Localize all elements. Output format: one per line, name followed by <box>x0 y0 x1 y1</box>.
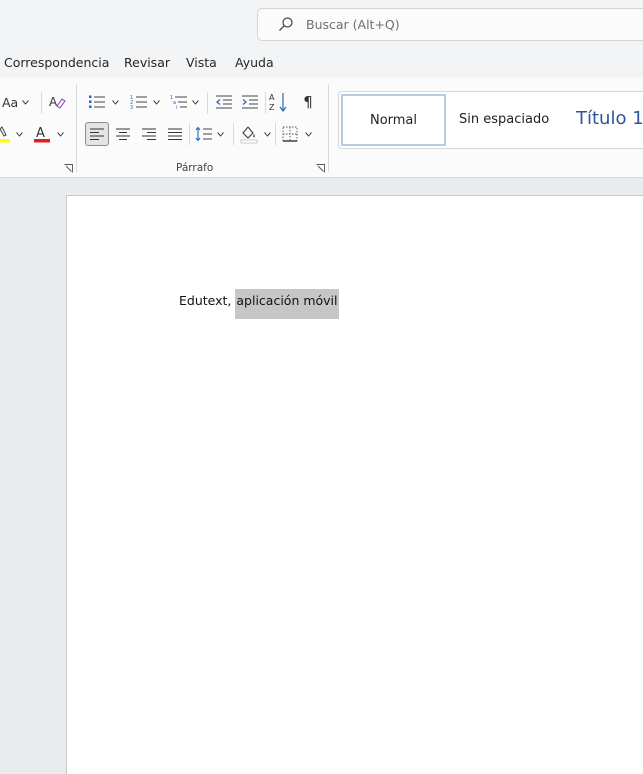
show-formatting-button[interactable]: ¶ <box>298 92 318 112</box>
font-dialog-launcher-icon[interactable] <box>64 164 73 173</box>
bullets-button[interactable] <box>87 92 107 112</box>
decrease-indent-icon <box>216 95 232 109</box>
increase-indent-button[interactable] <box>240 92 260 112</box>
tab-ayuda[interactable]: Ayuda <box>235 55 274 70</box>
divider <box>265 92 266 114</box>
chevron-down-icon[interactable] <box>305 132 312 137</box>
borders-icon <box>282 126 298 142</box>
selected-text: aplicación móvil <box>235 289 339 319</box>
justify-icon <box>168 128 182 140</box>
search-box[interactable]: Buscar (Alt+Q) <box>257 8 643 41</box>
chevron-down-icon[interactable] <box>153 100 160 105</box>
chevron-down-icon[interactable] <box>16 132 23 137</box>
style-normal[interactable]: Normal <box>341 94 446 146</box>
style-sin-espaciado[interactable]: Sin espaciado <box>459 112 549 127</box>
pilcrow-icon: ¶ <box>303 93 313 111</box>
chevron-down-icon[interactable] <box>264 132 271 137</box>
chevron-down-icon[interactable] <box>57 132 64 137</box>
divider <box>233 123 234 145</box>
chevron-down-icon <box>22 99 30 105</box>
increase-indent-icon <box>242 95 258 109</box>
sort-button[interactable]: A Z <box>269 91 289 113</box>
document-text: Edutext, <box>179 293 236 308</box>
bullet-list-icon <box>89 95 105 108</box>
chevron-down-icon[interactable] <box>112 100 119 105</box>
align-center-icon <box>116 128 130 140</box>
group-divider <box>76 84 77 172</box>
change-case-button[interactable]: Aa <box>2 92 30 112</box>
numbered-list-icon: 1 2 3 <box>130 95 147 110</box>
align-left-button[interactable] <box>85 122 109 146</box>
justify-button[interactable] <box>165 123 185 145</box>
document-page[interactable]: Edutext, aplicación móvil <box>66 195 643 774</box>
svg-text:A: A <box>269 93 275 102</box>
numbering-button[interactable]: 1 2 3 <box>129 92 149 112</box>
shading-button[interactable] <box>239 123 259 145</box>
divider <box>275 123 276 145</box>
chevron-down-icon[interactable] <box>192 100 199 105</box>
font-color-icon: A <box>34 126 50 143</box>
paragraph-dialog-launcher-icon[interactable] <box>316 164 325 173</box>
multilevel-list-icon: 1 a i <box>170 95 187 110</box>
line-spacing-button[interactable] <box>194 123 214 145</box>
paint-bucket-icon <box>240 126 258 144</box>
tab-revisar[interactable]: Revisar <box>124 55 170 70</box>
svg-text:i: i <box>176 105 177 110</box>
sort-az-icon: A Z <box>269 93 287 112</box>
divider <box>207 92 208 114</box>
paragraph-group-label: Párrafo <box>176 162 214 174</box>
style-normal-label: Normal <box>369 112 418 128</box>
line-spacing-icon <box>195 126 212 142</box>
align-center-button[interactable] <box>113 123 133 145</box>
style-titulo-1[interactable]: Título 1 <box>576 108 643 129</box>
highlighter-icon <box>0 126 10 143</box>
align-right-button[interactable] <box>139 123 159 145</box>
clear-formatting-button[interactable]: A <box>47 92 67 112</box>
title-bar: Buscar (Alt+Q) <box>0 0 643 48</box>
divider <box>189 123 190 145</box>
svg-text:A: A <box>49 95 58 109</box>
font-color-button[interactable]: A <box>33 123 51 145</box>
decrease-indent-button[interactable] <box>214 92 234 112</box>
ribbon: Aa A A 1 2 3 1 a i A Z ¶ Párrafo Normal … <box>0 78 643 178</box>
tab-vista[interactable]: Vista <box>186 55 217 70</box>
chevron-down-icon[interactable] <box>217 132 224 137</box>
clear-formatting-icon: A <box>49 95 66 109</box>
multilevel-list-button[interactable]: 1 a i <box>169 92 189 112</box>
menu-bar: Correspondencia Revisar Vista Ayuda <box>0 48 643 78</box>
align-left-icon <box>90 128 104 140</box>
svg-text:A: A <box>36 126 45 141</box>
group-divider <box>328 84 329 172</box>
highlight-button[interactable] <box>0 123 14 145</box>
tab-correspondencia[interactable]: Correspondencia <box>4 55 109 70</box>
divider <box>41 92 42 114</box>
document-paragraph[interactable]: Edutext, aplicación móvil <box>179 289 339 319</box>
search-placeholder: Buscar (Alt+Q) <box>306 17 400 32</box>
svg-text:3: 3 <box>130 105 133 110</box>
styles-gallery: Normal Sin espaciado Título 1 <box>338 91 643 149</box>
borders-button[interactable] <box>280 123 300 145</box>
svg-text:Z: Z <box>269 103 275 112</box>
search-icon <box>279 17 293 31</box>
align-right-icon <box>142 128 156 140</box>
change-case-label: Aa <box>2 94 19 110</box>
